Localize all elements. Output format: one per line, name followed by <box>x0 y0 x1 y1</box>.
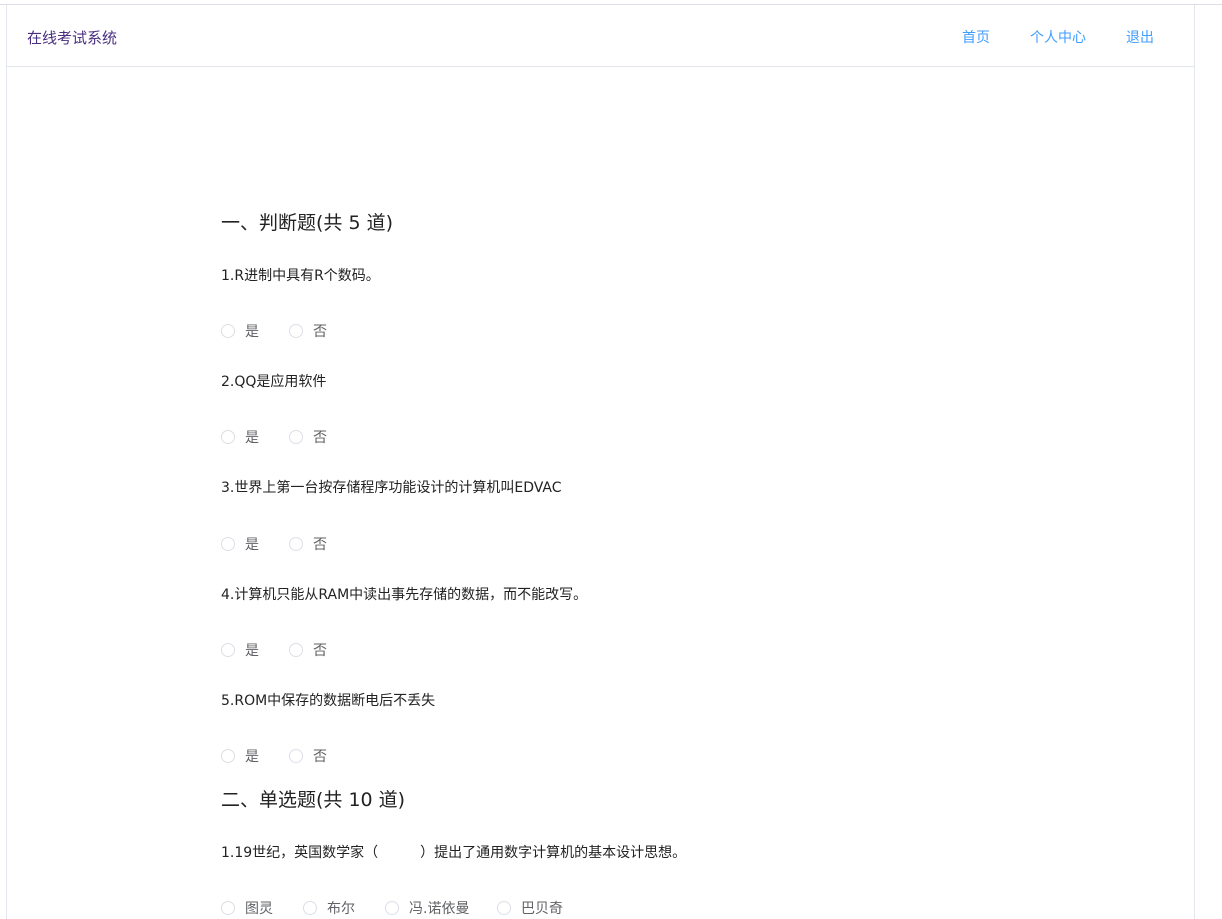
radio-circle-icon[interactable] <box>385 901 399 915</box>
option-label: 否 <box>313 749 327 765</box>
option-label: 是 <box>245 537 259 553</box>
option-label: 是 <box>245 324 259 340</box>
radio-circle-icon[interactable] <box>221 537 235 551</box>
option-yes[interactable]: 是 <box>221 746 289 766</box>
option-label: 巴贝奇 <box>521 901 563 917</box>
radio-circle-icon[interactable] <box>289 643 303 657</box>
option-no[interactable]: 否 <box>289 640 327 660</box>
option-label: 布尔 <box>327 901 355 917</box>
question-text: 1.R进制中具有R个数码。 <box>221 268 380 284</box>
header-bar: 在线考试系统 首页 个人中心 退出 <box>7 5 1194 67</box>
option-no[interactable]: 否 <box>289 746 327 766</box>
option-yes[interactable]: 是 <box>221 640 289 660</box>
radio-circle-icon[interactable] <box>289 537 303 551</box>
radio-circle-icon[interactable] <box>221 430 235 444</box>
radio-circle-icon[interactable] <box>221 643 235 657</box>
section-title-judgment: 一、判断题(共 5 道) <box>221 212 393 234</box>
option-label: 否 <box>313 643 327 659</box>
answer-options: 图灵 布尔 冯.诺依曼 巴贝奇 <box>221 898 563 918</box>
radio-circle-icon[interactable] <box>289 749 303 763</box>
option-label: 是 <box>245 430 259 446</box>
radio-circle-icon[interactable] <box>221 901 235 915</box>
radio-circle-icon[interactable] <box>221 324 235 338</box>
option-label: 否 <box>313 324 327 340</box>
option-yes[interactable]: 是 <box>221 534 289 554</box>
option-label: 是 <box>245 643 259 659</box>
option-label: 否 <box>313 537 327 553</box>
option-label: 否 <box>313 430 327 446</box>
option-label: 冯.诺依曼 <box>409 901 470 917</box>
option-label: 图灵 <box>245 901 273 917</box>
radio-circle-icon[interactable] <box>289 324 303 338</box>
question-text: 3.世界上第一台按存储程序功能设计的计算机叫EDVAC <box>221 480 562 496</box>
question-text: 5.ROM中保存的数据断电后不丢失 <box>221 693 436 709</box>
answer-options: 是 否 <box>221 746 327 766</box>
answer-options: 是 否 <box>221 534 327 554</box>
question-text: 2.QQ是应用软件 <box>221 374 327 390</box>
radio-circle-icon[interactable] <box>303 901 317 915</box>
nav-profile-link[interactable]: 个人中心 <box>1030 27 1086 47</box>
option-yes[interactable]: 是 <box>221 321 289 341</box>
option-no[interactable]: 否 <box>289 321 327 341</box>
answer-options: 是 否 <box>221 427 327 447</box>
option-d[interactable]: 巴贝奇 <box>497 898 563 918</box>
question-text: 1.19世纪，英国数学家（ ）提出了通用数字计算机的基本设计思想。 <box>221 845 687 861</box>
section-title-single-choice: 二、单选题(共 10 道) <box>221 789 406 811</box>
site-brand: 在线考试系统 <box>27 29 118 47</box>
option-b[interactable]: 布尔 <box>303 898 385 918</box>
option-no[interactable]: 否 <box>289 534 327 554</box>
question-text: 4.计算机只能从RAM中读出事先存储的数据，而不能改写。 <box>221 587 588 603</box>
option-yes[interactable]: 是 <box>221 427 289 447</box>
option-label: 是 <box>245 749 259 765</box>
option-c[interactable]: 冯.诺依曼 <box>385 898 497 918</box>
radio-circle-icon[interactable] <box>289 430 303 444</box>
page-frame: 在线考试系统 首页 个人中心 退出 一、判断题(共 5 道) 1.R进制中具有R… <box>6 5 1195 919</box>
radio-circle-icon[interactable] <box>221 749 235 763</box>
nav-home-link[interactable]: 首页 <box>962 27 990 47</box>
answer-options: 是 否 <box>221 321 327 341</box>
option-a[interactable]: 图灵 <box>221 898 303 918</box>
answer-options: 是 否 <box>221 640 327 660</box>
radio-circle-icon[interactable] <box>497 901 511 915</box>
nav-logout-link[interactable]: 退出 <box>1126 27 1154 47</box>
option-no[interactable]: 否 <box>289 427 327 447</box>
